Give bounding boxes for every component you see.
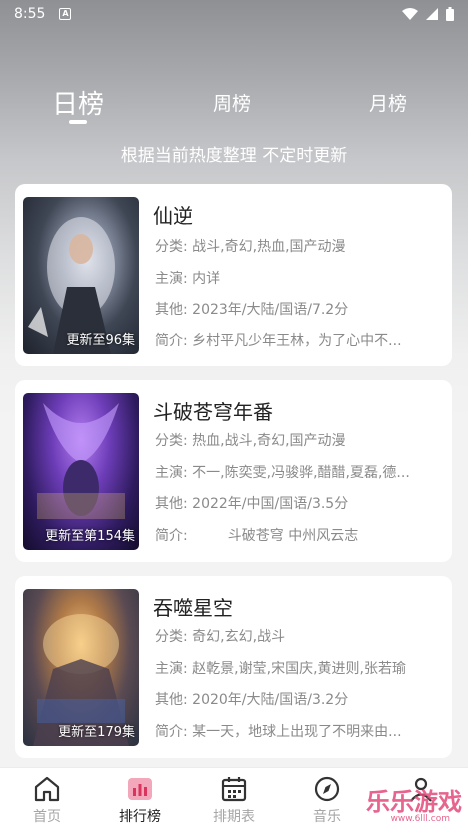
ranking-subtitle: 根据当前热度整理 不定时更新 bbox=[120, 146, 348, 166]
summary-label: 简介: bbox=[155, 333, 188, 349]
nav-music-label: 音乐 bbox=[313, 809, 341, 825]
anime-card[interactable]: 更新至179集 吞噬星空 分类: 奇幻,玄幻,战斗 主演: 赵乾景,谢莹,宋国庆… bbox=[15, 576, 452, 758]
compass-icon bbox=[314, 776, 340, 802]
anime-title[interactable]: 吞噬星空 bbox=[153, 592, 233, 621]
watermark-url: www.6lll.com bbox=[390, 814, 450, 824]
category-label: 分类: bbox=[155, 433, 188, 449]
cast-value: 不一,陈奕雯,冯骏骅,醋醋,夏磊,德... bbox=[192, 465, 410, 481]
summary-value: 某一天，地球上出现了不明来由... bbox=[192, 724, 402, 740]
ranking-icon bbox=[128, 778, 152, 800]
home-icon bbox=[34, 776, 60, 802]
episode-badge: 更新至96集 bbox=[66, 333, 135, 348]
nav-home[interactable]: 首页 bbox=[12, 776, 82, 826]
category-value: 奇幻,玄幻,战斗 bbox=[192, 629, 286, 645]
summary-label: 简介: bbox=[155, 724, 188, 740]
notification-icon: A bbox=[59, 8, 72, 20]
wifi-icon bbox=[402, 8, 418, 20]
cast-label: 主演: bbox=[155, 271, 188, 287]
nav-home-label: 首页 bbox=[33, 809, 61, 825]
category-value: 战斗,奇幻,热血,国产动漫 bbox=[192, 239, 346, 255]
tab-weekly[interactable]: 周榜 bbox=[213, 89, 251, 116]
info-other: 其他: 2023年/大陆/国语/7.2分 bbox=[155, 299, 441, 319]
cast-value: 赵乾景,谢莹,宋国庆,黄进则,张若瑜 bbox=[192, 661, 406, 677]
watermark-logo: 乐乐游戏 bbox=[366, 788, 462, 816]
other-value: 2023年/大陆/国语/7.2分 bbox=[192, 302, 349, 318]
category-value: 热血,战斗,奇幻,国产动漫 bbox=[192, 433, 346, 449]
info-cast: 主演: 赵乾景,谢莹,宋国庆,黄进则,张若瑜 bbox=[155, 658, 441, 678]
info-summary: 简介: 某一天，地球上出现了不明来由... bbox=[155, 721, 441, 741]
status-time: 8:55 bbox=[14, 6, 46, 22]
other-label: 其他: bbox=[155, 692, 188, 708]
nav-music[interactable]: 音乐 bbox=[292, 776, 362, 826]
info-category: 分类: 奇幻,玄幻,战斗 bbox=[155, 626, 441, 646]
calendar-icon bbox=[221, 777, 247, 802]
status-icons bbox=[402, 7, 454, 21]
other-label: 其他: bbox=[155, 302, 188, 318]
anime-card[interactable]: 更新至第154集 斗破苍穹年番 分类: 热血,战斗,奇幻,国产动漫 主演: 不一… bbox=[15, 380, 452, 562]
summary-value: 乡村平凡少年王林，为了心中不... bbox=[192, 333, 402, 349]
ranking-tabs: 日榜 周榜 月榜 bbox=[0, 78, 468, 128]
cast-value: 内详 bbox=[192, 271, 221, 287]
other-label: 其他: bbox=[155, 496, 188, 512]
info-summary: 简介: 斗破苍穹 中州风云志 bbox=[155, 525, 441, 545]
tab-monthly[interactable]: 月榜 bbox=[369, 89, 407, 116]
other-value: 2020年/大陆/国语/3.2分 bbox=[192, 692, 349, 708]
poster-image[interactable]: 更新至96集 bbox=[23, 197, 139, 354]
info-cast: 主演: 内详 bbox=[155, 268, 441, 288]
other-value: 2022年/中国/国语/3.5分 bbox=[192, 496, 349, 512]
nav-schedule[interactable]: 排期表 bbox=[199, 776, 269, 826]
active-tab-indicator bbox=[69, 120, 87, 124]
anime-card[interactable]: 更新至96集 仙逆 分类: 战斗,奇幻,热血,国产动漫 主演: 内详 其他: 2… bbox=[15, 184, 452, 366]
poster-image[interactable]: 更新至179集 bbox=[23, 589, 139, 746]
episode-badge: 更新至第154集 bbox=[45, 529, 135, 544]
info-cast: 主演: 不一,陈奕雯,冯骏骅,醋醋,夏磊,德... bbox=[155, 462, 441, 482]
nav-ranking[interactable]: 排行榜 bbox=[105, 776, 175, 826]
category-label: 分类: bbox=[155, 629, 188, 645]
anime-title[interactable]: 仙逆 bbox=[153, 200, 193, 229]
tab-daily[interactable]: 日榜 bbox=[52, 84, 104, 121]
status-bar: 8:55 A bbox=[0, 0, 468, 28]
summary-value: 斗破苍穹 中州风云志 bbox=[192, 528, 359, 544]
nav-ranking-label: 排行榜 bbox=[119, 809, 161, 825]
info-summary: 简介: 乡村平凡少年王林，为了心中不... bbox=[155, 330, 441, 350]
poster-image[interactable]: 更新至第154集 bbox=[23, 393, 139, 550]
cast-label: 主演: bbox=[155, 661, 188, 677]
summary-label: 简介: bbox=[155, 528, 188, 544]
info-other: 其他: 2022年/中国/国语/3.5分 bbox=[155, 493, 441, 513]
category-label: 分类: bbox=[155, 239, 188, 255]
info-category: 分类: 战斗,奇幻,热血,国产动漫 bbox=[155, 236, 441, 256]
nav-schedule-label: 排期表 bbox=[213, 809, 255, 825]
info-category: 分类: 热血,战斗,奇幻,国产动漫 bbox=[155, 430, 441, 450]
signal-icon bbox=[426, 8, 438, 20]
anime-title[interactable]: 斗破苍穹年番 bbox=[153, 396, 273, 425]
cast-label: 主演: bbox=[155, 465, 188, 481]
info-other: 其他: 2020年/大陆/国语/3.2分 bbox=[155, 689, 441, 709]
episode-badge: 更新至179集 bbox=[58, 725, 135, 740]
battery-icon bbox=[446, 7, 454, 21]
